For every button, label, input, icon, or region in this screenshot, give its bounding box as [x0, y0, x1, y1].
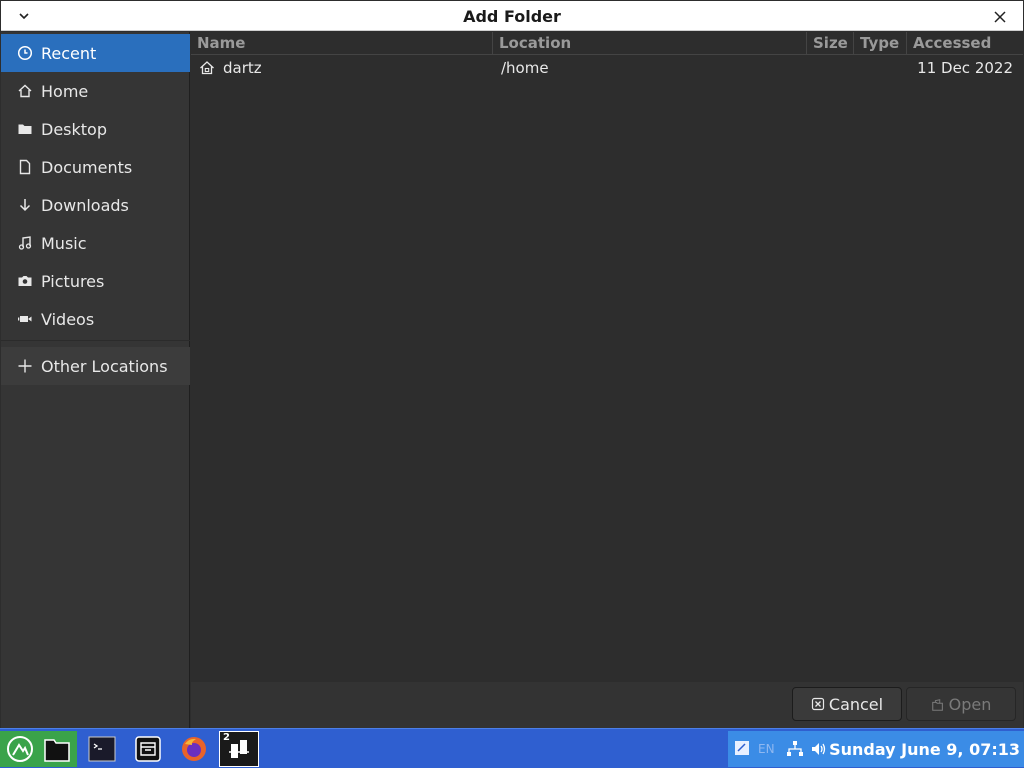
files-icon[interactable]	[37, 731, 77, 767]
sidebar-item-label: Desktop	[41, 119, 107, 139]
title-bar: Add Folder	[1, 1, 1023, 31]
row-name: dartz	[223, 59, 262, 77]
folder-icon	[16, 120, 34, 138]
sidebar-item-documents[interactable]: Documents	[1, 148, 190, 186]
file-list: Name Location Size Type Accessed dartz /…	[191, 32, 1023, 682]
sidebar-item-videos[interactable]: Videos	[1, 300, 190, 338]
places-sidebar: Recent Home Desktop Documents Downloads	[1, 32, 190, 728]
archive-icon[interactable]	[128, 731, 168, 767]
firefox-icon[interactable]	[174, 731, 214, 767]
open-button[interactable]: Open	[906, 687, 1016, 721]
taskbar: 2 EN Sunday June 9, 07:13	[0, 728, 1024, 768]
sidebar-item-label: Recent	[41, 43, 97, 63]
notes-icon[interactable]	[734, 740, 750, 760]
sidebar-item-label: Videos	[41, 309, 95, 329]
sidebar-item-downloads[interactable]: Downloads	[1, 186, 190, 224]
column-header-location[interactable]: Location	[493, 32, 807, 55]
download-icon	[16, 196, 34, 214]
document-icon	[16, 158, 34, 176]
system-tray: EN Sunday June 9, 07:13	[728, 731, 1024, 767]
plus-icon	[16, 357, 34, 375]
sidebar-item-other-locations[interactable]: Other Locations	[1, 347, 190, 385]
sidebar-item-home[interactable]: Home	[1, 72, 190, 110]
app-switcher-icon[interactable]: 2	[219, 731, 259, 767]
column-headers: Name Location Size Type Accessed	[191, 32, 1023, 55]
cancel-label: Cancel	[828, 694, 884, 714]
dialog-footer: Cancel Open	[191, 682, 1023, 728]
network-icon[interactable]	[786, 740, 804, 762]
column-header-size[interactable]: Size	[807, 32, 854, 55]
sidebar-divider	[1, 340, 190, 341]
open-label: Open	[948, 694, 992, 714]
column-header-type[interactable]: Type	[854, 32, 907, 55]
cancel-button[interactable]: Cancel	[792, 687, 902, 721]
sidebar-item-label: Music	[41, 233, 87, 253]
sidebar-item-recent[interactable]: Recent	[1, 34, 190, 72]
sidebar-item-pictures[interactable]: Pictures	[1, 262, 190, 300]
home-icon	[16, 82, 34, 100]
video-icon	[16, 310, 34, 328]
terminal-icon[interactable]	[82, 731, 122, 767]
column-header-name[interactable]: Name	[191, 32, 493, 55]
home-icon	[199, 60, 215, 80]
workspace-badge: 2	[223, 732, 230, 743]
volume-icon[interactable]	[810, 740, 828, 762]
add-folder-dialog: Add Folder Recent Home Desktop Documents…	[0, 0, 1024, 728]
row-accessed: 11 Dec 2022	[917, 59, 1013, 77]
dialog-title: Add Folder	[463, 7, 561, 26]
cancel-icon	[811, 697, 825, 711]
close-icon[interactable]	[989, 6, 1011, 28]
clock-icon	[16, 44, 34, 62]
sidebar-item-music[interactable]: Music	[1, 224, 190, 262]
keyboard-layout[interactable]: EN	[758, 742, 775, 756]
sidebar-item-label: Documents	[41, 157, 133, 177]
sidebar-item-desktop[interactable]: Desktop	[1, 110, 190, 148]
sidebar-item-label: Downloads	[41, 195, 129, 215]
clock[interactable]: Sunday June 9, 07:13	[829, 740, 1020, 759]
table-row[interactable]: dartz /home 11 Dec 2022	[191, 56, 1023, 80]
sidebar-item-label: Home	[41, 81, 89, 101]
column-header-accessed[interactable]: Accessed	[907, 32, 1023, 55]
start-menu-icon[interactable]	[0, 731, 40, 767]
sidebar-item-label: Pictures	[41, 271, 105, 291]
row-location: /home	[501, 59, 549, 77]
music-icon	[16, 234, 34, 252]
sidebar-item-label: Other Locations	[41, 356, 168, 376]
camera-icon	[16, 272, 34, 290]
open-icon	[931, 697, 945, 711]
